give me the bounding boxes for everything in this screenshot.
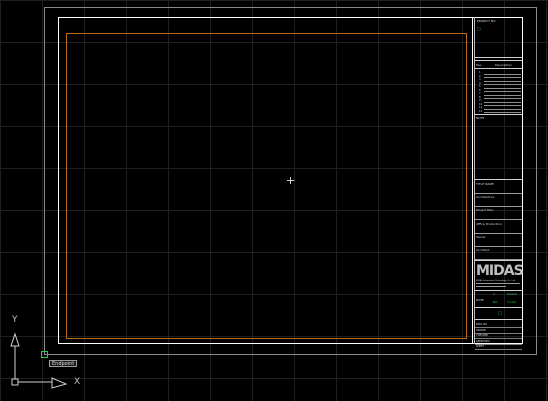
scale-value: A <box>493 292 496 296</box>
logo-underline <box>476 286 506 287</box>
title-block: PROJECT NO □ Rev Description 1 2 3 4 5 6 7 8 9 10… <box>475 17 524 350</box>
revision-row-line <box>484 112 521 113</box>
title-field-label: Architecture <box>476 195 495 200</box>
title-field-label: TITLE NAME <box>476 182 494 186</box>
company-tagline: MIDAS Information Technology Co., Ltd. <box>476 280 516 282</box>
title-field-line <box>475 193 522 194</box>
ucs-x-label: X <box>74 377 81 387</box>
approval-label: DRAWN <box>476 328 486 332</box>
crosshair-cursor <box>290 177 291 184</box>
ucs-icon: Y X <box>6 312 90 396</box>
notes-label: NOTE <box>476 116 485 120</box>
number-label: NO <box>493 300 498 304</box>
approval-label: CHECKED <box>476 334 489 337</box>
company-logo: MIDAS <box>476 263 524 279</box>
scale-label: SCALE <box>507 292 517 296</box>
scale-ratio: 1:100 <box>507 300 516 304</box>
approval-label: DWG NO <box>476 323 487 326</box>
title-field-label: Office Production <box>476 221 502 226</box>
revision-header: Rev <box>476 63 482 67</box>
date-label: DATE <box>476 298 484 302</box>
revision-description-header: Description <box>495 63 513 67</box>
project-label: PROJECT NO <box>477 19 496 23</box>
title-field-label: Project title <box>476 208 494 213</box>
title-field-line <box>475 232 522 234</box>
approval-label: SHEET <box>476 345 485 348</box>
revision-row: 12 <box>475 110 522 113</box>
revision-number: 12 <box>479 109 483 113</box>
sheet-marker-icon: □ <box>498 310 502 315</box>
approval-line <box>475 349 522 350</box>
title-block-divider <box>472 17 473 344</box>
title-field-label: Architect <box>476 248 490 252</box>
drawing-area-frame[interactable] <box>66 33 467 339</box>
title-field-line <box>475 219 522 221</box>
approval-label: APPROVED <box>476 339 490 343</box>
title-field-label: Owner <box>476 234 486 239</box>
title-field-line <box>475 245 522 247</box>
title-field-line <box>475 206 522 208</box>
logo-underline <box>476 283 520 284</box>
insertion-point-icon: □ <box>477 26 481 31</box>
ucs-y-label: Y <box>12 315 18 325</box>
